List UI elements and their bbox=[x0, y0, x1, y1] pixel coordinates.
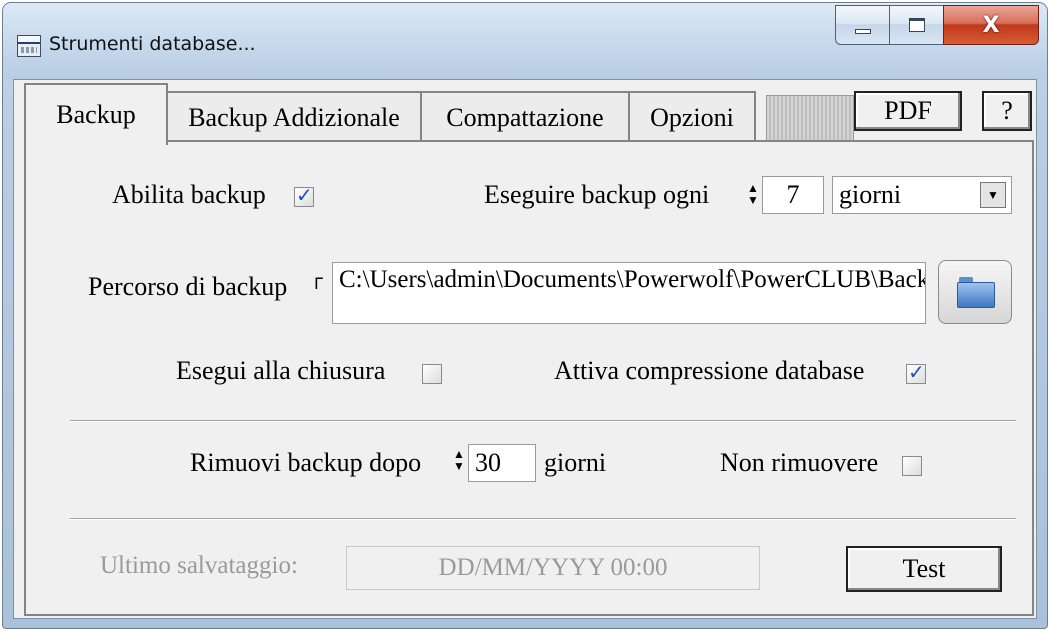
last-save-value: DD/MM/YYYY 00:00 bbox=[346, 546, 760, 590]
tab-strip-filler bbox=[766, 95, 854, 141]
minimize-icon bbox=[854, 28, 871, 34]
remove-backup-input[interactable]: 30 bbox=[468, 444, 536, 482]
separator bbox=[70, 420, 1016, 422]
tab-backup[interactable]: Backup bbox=[24, 83, 168, 145]
backup-every-spinner[interactable]: ▲ ▼ bbox=[746, 182, 760, 206]
tab-strip: Backup Backup Addizionale Compattazione … bbox=[24, 83, 1034, 145]
folder-icon bbox=[957, 277, 995, 308]
tab-opzioni[interactable]: Opzioni bbox=[628, 91, 756, 143]
database-tools-icon bbox=[17, 35, 41, 57]
title-bar[interactable]: Strumenti database... X bbox=[3, 3, 1047, 79]
remove-backup-spinner[interactable]: ▲ ▼ bbox=[452, 448, 466, 472]
close-button[interactable]: X bbox=[943, 5, 1039, 45]
run-on-close-label: Esegui alla chiusura bbox=[176, 356, 386, 385]
remove-backup-unit: giorni bbox=[544, 448, 607, 477]
last-save-label: Ultimo salvataggio: bbox=[100, 552, 298, 579]
test-button[interactable]: Test bbox=[846, 546, 1002, 592]
enable-backup-checkbox[interactable] bbox=[294, 183, 314, 207]
db-compression-checkbox[interactable] bbox=[906, 360, 926, 384]
backup-tab-panel: Abilita backup Eseguire backup ogni ▲▼ 7… bbox=[24, 140, 1034, 616]
backup-every-unit-value: giorni bbox=[839, 180, 902, 209]
help-button[interactable]: ? bbox=[982, 91, 1032, 131]
close-icon: X bbox=[982, 12, 1000, 38]
db-compression-label: Attiva compressione database bbox=[554, 356, 865, 385]
separator bbox=[70, 518, 1016, 520]
backup-every-label: Eseguire backup ogni bbox=[484, 180, 710, 209]
no-remove-checkbox[interactable] bbox=[902, 456, 922, 476]
maximize-icon bbox=[908, 18, 925, 32]
backup-path-input[interactable]: C:\Users\admin\Documents\Powerwolf\Power… bbox=[332, 262, 926, 324]
run-on-close-checkbox[interactable] bbox=[422, 364, 442, 384]
browse-folder-button[interactable] bbox=[938, 260, 1012, 324]
pdf-button[interactable]: PDF bbox=[854, 91, 962, 131]
backup-path-label: Percorso di backup bbox=[88, 272, 288, 301]
tab-compattazione[interactable]: Compattazione bbox=[420, 91, 630, 143]
path-marker-icon: ᒥ bbox=[314, 274, 323, 293]
enable-backup-label: Abilita backup bbox=[112, 180, 266, 209]
remove-backup-label: Rimuovi backup dopo bbox=[190, 448, 422, 477]
maximize-button[interactable] bbox=[889, 5, 943, 45]
tab-backup-addizionale[interactable]: Backup Addizionale bbox=[166, 91, 422, 143]
database-tools-window: Strumenti database... X Backup Backup Ad… bbox=[2, 2, 1048, 629]
minimize-button[interactable] bbox=[835, 5, 889, 45]
caption-buttons: X bbox=[835, 5, 1039, 45]
no-remove-label: Non rimuovere bbox=[720, 448, 879, 477]
backup-every-input[interactable]: 7 bbox=[762, 176, 824, 214]
chevron-down-icon[interactable]: ▼ bbox=[980, 182, 1006, 208]
window-title: Strumenti database... bbox=[49, 33, 256, 55]
dialog-client-area: Backup Backup Addizionale Compattazione … bbox=[13, 79, 1037, 619]
